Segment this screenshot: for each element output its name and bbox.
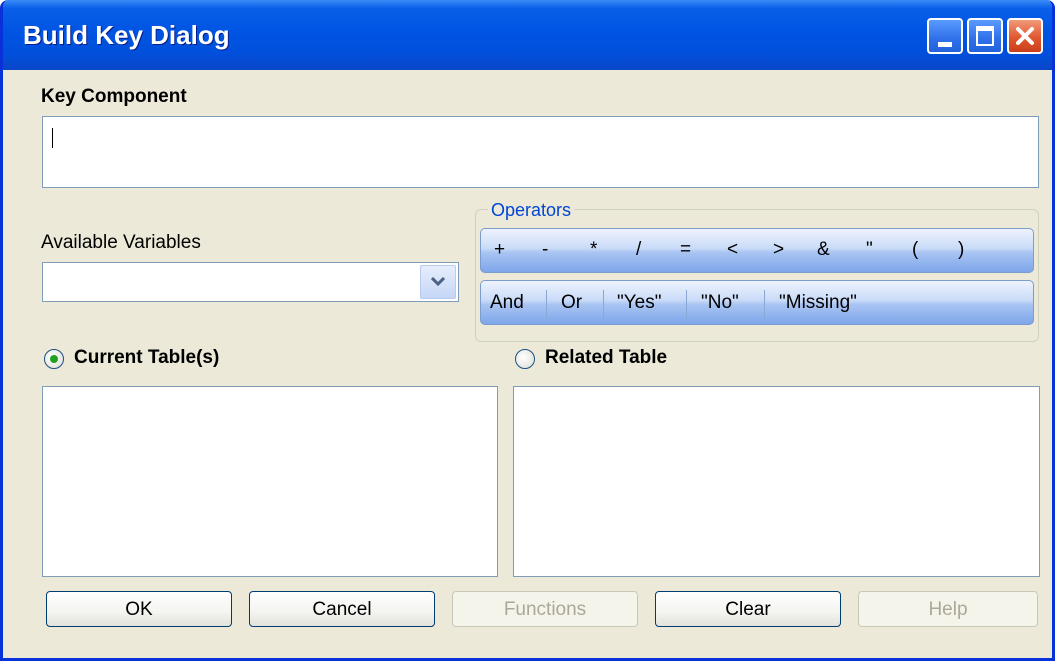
text-caret bbox=[52, 128, 53, 148]
minimize-button[interactable] bbox=[927, 18, 963, 54]
operator-divide[interactable]: / bbox=[636, 239, 641, 261]
maximize-button[interactable] bbox=[967, 18, 1003, 54]
cancel-button[interactable]: Cancel bbox=[249, 591, 435, 627]
operator-separator bbox=[686, 290, 687, 318]
operator-or[interactable]: Or bbox=[561, 292, 582, 314]
operator-and[interactable]: And bbox=[490, 292, 524, 314]
minimize-icon bbox=[938, 42, 952, 47]
title-bar[interactable]: Build Key Dialog bbox=[3, 0, 1052, 70]
operator-multiply[interactable]: * bbox=[590, 239, 597, 261]
window-title: Build Key Dialog bbox=[23, 20, 230, 50]
operator-separator bbox=[546, 290, 547, 318]
key-component-input[interactable] bbox=[42, 116, 1039, 188]
operators-toolbar-keywords: And Or "Yes" "No" "Missing" bbox=[480, 280, 1034, 325]
current-tables-radio[interactable] bbox=[44, 349, 64, 369]
current-tables-label[interactable]: Current Table(s) bbox=[74, 347, 219, 369]
operator-ampersand[interactable]: & bbox=[817, 239, 830, 261]
operator-yes[interactable]: "Yes" bbox=[617, 292, 662, 314]
operator-close-paren[interactable]: ) bbox=[958, 239, 964, 261]
key-component-label: Key Component bbox=[41, 86, 187, 107]
related-table-label[interactable]: Related Table bbox=[545, 347, 667, 369]
ok-button[interactable]: OK bbox=[46, 591, 232, 627]
operator-less-than[interactable]: < bbox=[727, 239, 738, 261]
functions-button[interactable]: Functions bbox=[452, 591, 638, 627]
close-icon bbox=[1016, 27, 1034, 45]
available-variables-dropdown[interactable] bbox=[42, 262, 459, 302]
available-variables-label: Available Variables bbox=[41, 232, 201, 253]
close-button[interactable] bbox=[1007, 18, 1043, 54]
operator-equals[interactable]: = bbox=[680, 239, 691, 261]
dropdown-arrow-button[interactable] bbox=[420, 265, 456, 299]
clear-button[interactable]: Clear bbox=[655, 591, 841, 627]
maximize-icon bbox=[976, 26, 994, 46]
operator-greater-than[interactable]: > bbox=[773, 239, 784, 261]
operator-quote[interactable]: " bbox=[866, 239, 873, 261]
chevron-down-icon bbox=[431, 277, 445, 287]
related-table-list[interactable] bbox=[513, 386, 1040, 577]
operator-plus[interactable]: + bbox=[494, 239, 505, 261]
operator-separator bbox=[764, 290, 765, 318]
build-key-dialog: Build Key Dialog Key Component Available… bbox=[0, 0, 1055, 661]
operator-open-paren[interactable]: ( bbox=[912, 239, 918, 261]
operators-label: Operators bbox=[488, 200, 575, 221]
operator-separator bbox=[603, 290, 604, 318]
operators-toolbar-symbols: + - * / = < > & " ( ) bbox=[480, 228, 1034, 273]
operator-minus[interactable]: - bbox=[542, 239, 548, 261]
operator-missing[interactable]: "Missing" bbox=[779, 292, 857, 314]
related-table-radio[interactable] bbox=[515, 349, 535, 369]
help-button[interactable]: Help bbox=[858, 591, 1038, 627]
current-tables-list[interactable] bbox=[42, 386, 498, 577]
operator-no[interactable]: "No" bbox=[701, 292, 739, 314]
